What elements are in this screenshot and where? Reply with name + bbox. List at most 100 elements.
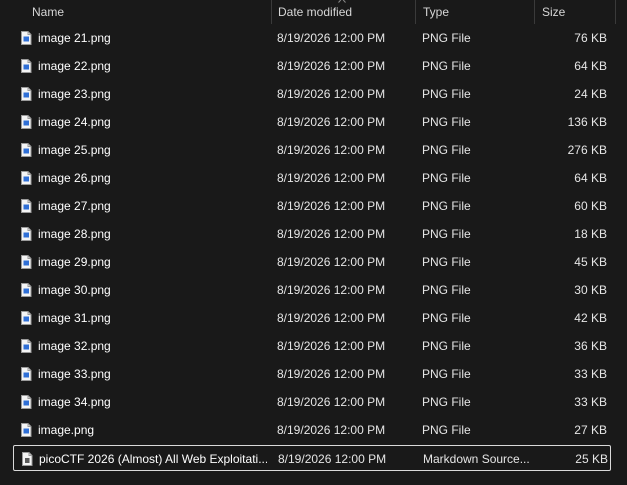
file-type: PNG File	[422, 367, 471, 381]
file-name: image 23.png	[38, 87, 111, 101]
file-row[interactable]: image 24.png 8/19/2026 12:00 PM PNG File 13…	[13, 109, 611, 135]
png-file-icon	[21, 255, 32, 269]
file-date-modified: 8/19/2026 12:00 PM	[277, 31, 386, 45]
file-size: 276 KB	[567, 143, 607, 157]
file-type: PNG File	[422, 115, 471, 129]
file-name: image 30.png	[38, 283, 111, 297]
file-type: PNG File	[422, 395, 471, 409]
file-row[interactable]: image 21.png 8/19/2026 12:00 PM PNG File 76…	[13, 25, 611, 51]
file-date-modified: 8/19/2026 12:00 PM	[277, 143, 386, 157]
column-header-date-modified[interactable]: Date modified	[278, 0, 352, 24]
file-date-modified: 8/19/2026 12:00 PM	[277, 199, 386, 213]
file-name: image 24.png	[38, 115, 111, 129]
file-row[interactable]: image 22.png 8/19/2026 12:00 PM PNG File 64…	[13, 53, 611, 79]
file-row[interactable]: image 33.png 8/19/2026 12:00 PM PNG File 33…	[13, 361, 611, 387]
file-type: PNG File	[422, 311, 471, 325]
file-name: image 29.png	[38, 255, 111, 269]
column-divider[interactable]	[534, 0, 535, 24]
file-row[interactable]: image 23.png 8/19/2026 12:00 PM PNG File 24…	[13, 81, 611, 107]
file-name: image 21.png	[38, 31, 111, 45]
file-name: picoCTF 2026 (Almost) All Web Exploitati…	[39, 452, 267, 466]
file-row[interactable]: image 32.png 8/19/2026 12:00 PM PNG File 36…	[13, 333, 611, 359]
file-type: PNG File	[422, 31, 471, 45]
file-date-modified: 8/19/2026 12:00 PM	[277, 171, 386, 185]
png-file-icon	[21, 31, 32, 45]
file-row[interactable]: image 26.png 8/19/2026 12:00 PM PNG File 64…	[13, 165, 611, 191]
file-date-modified: 8/19/2026 12:00 PM	[278, 452, 387, 466]
markdown-file-icon	[22, 452, 33, 466]
file-size: 25 KB	[575, 452, 608, 466]
file-date-modified: 8/19/2026 12:00 PM	[277, 395, 386, 409]
file-row[interactable]: image 27.png 8/19/2026 12:00 PM PNG File 60…	[13, 193, 611, 219]
file-date-modified: 8/19/2026 12:00 PM	[277, 283, 386, 297]
file-name: image 27.png	[38, 199, 111, 213]
file-type: PNG File	[422, 283, 471, 297]
file-row[interactable]: image.png 8/19/2026 12:00 PM PNG File 27 KB	[13, 417, 611, 443]
file-size: 18 KB	[574, 227, 607, 241]
file-size: 33 KB	[574, 395, 607, 409]
file-size: 136 KB	[567, 115, 607, 129]
file-date-modified: 8/19/2026 12:00 PM	[277, 311, 386, 325]
file-date-modified: 8/19/2026 12:00 PM	[277, 227, 386, 241]
file-row[interactable]: image 28.png 8/19/2026 12:00 PM PNG File 18…	[13, 221, 611, 247]
file-row[interactable]: image 34.png 8/19/2026 12:00 PM PNG File 33…	[13, 389, 611, 415]
file-type: PNG File	[422, 87, 471, 101]
file-date-modified: 8/19/2026 12:00 PM	[277, 59, 386, 73]
file-name: image 33.png	[38, 367, 111, 381]
file-row[interactable]: image 31.png 8/19/2026 12:00 PM PNG File 42…	[13, 305, 611, 331]
file-type: PNG File	[422, 227, 471, 241]
file-size: 42 KB	[574, 311, 607, 325]
file-size: 76 KB	[574, 31, 607, 45]
file-name: image 28.png	[38, 227, 111, 241]
png-file-icon	[21, 171, 32, 185]
file-name: image 31.png	[38, 311, 111, 325]
png-file-icon	[21, 143, 32, 157]
png-file-icon	[21, 339, 32, 353]
column-header-bar: Name Date modified Type Size	[0, 0, 627, 24]
png-file-icon	[21, 311, 32, 325]
column-divider[interactable]	[415, 0, 416, 24]
png-file-icon	[21, 199, 32, 213]
file-size: 27 KB	[574, 423, 607, 437]
file-type: PNG File	[422, 339, 471, 353]
file-type: PNG File	[422, 171, 471, 185]
column-header-name[interactable]: Name	[32, 0, 64, 24]
file-size: 64 KB	[574, 171, 607, 185]
file-type: PNG File	[422, 255, 471, 269]
png-file-icon	[21, 115, 32, 129]
file-row[interactable]: image 30.png 8/19/2026 12:00 PM PNG File 30…	[13, 277, 611, 303]
file-size: 64 KB	[574, 59, 607, 73]
file-row[interactable]: image 25.png 8/19/2026 12:00 PM PNG File 27…	[13, 137, 611, 163]
file-date-modified: 8/19/2026 12:00 PM	[277, 367, 386, 381]
column-divider[interactable]	[271, 0, 272, 24]
png-file-icon	[21, 423, 32, 437]
file-row[interactable]: picoCTF 2026 (Almost) All Web Exploitati…	[13, 445, 611, 471]
png-file-icon	[21, 59, 32, 73]
column-header-type[interactable]: Type	[423, 0, 449, 24]
file-name: image.png	[38, 423, 95, 437]
file-date-modified: 8/19/2026 12:00 PM	[277, 255, 386, 269]
png-file-icon	[21, 283, 32, 297]
file-size: 24 KB	[574, 87, 607, 101]
file-size: 36 KB	[574, 339, 607, 353]
file-name: image 25.png	[38, 143, 111, 157]
file-name: image 26.png	[38, 171, 111, 185]
png-file-icon	[21, 367, 32, 381]
file-type: PNG File	[422, 143, 471, 157]
file-date-modified: 8/19/2026 12:00 PM	[277, 339, 386, 353]
file-row[interactable]: image 29.png 8/19/2026 12:00 PM PNG File 45…	[13, 249, 611, 275]
file-type: PNG File	[422, 199, 471, 213]
png-file-icon	[21, 227, 32, 241]
file-size: 60 KB	[574, 199, 607, 213]
column-header-size[interactable]: Size	[542, 0, 565, 24]
file-size: 30 KB	[574, 283, 607, 297]
file-type: Markdown Source...	[423, 452, 530, 466]
file-name: image 34.png	[38, 395, 111, 409]
file-type: PNG File	[422, 423, 471, 437]
png-file-icon	[21, 87, 32, 101]
file-type: PNG File	[422, 59, 471, 73]
column-divider[interactable]	[615, 0, 616, 24]
file-date-modified: 8/19/2026 12:00 PM	[277, 423, 386, 437]
png-file-icon	[21, 395, 32, 409]
file-date-modified: 8/19/2026 12:00 PM	[277, 87, 386, 101]
